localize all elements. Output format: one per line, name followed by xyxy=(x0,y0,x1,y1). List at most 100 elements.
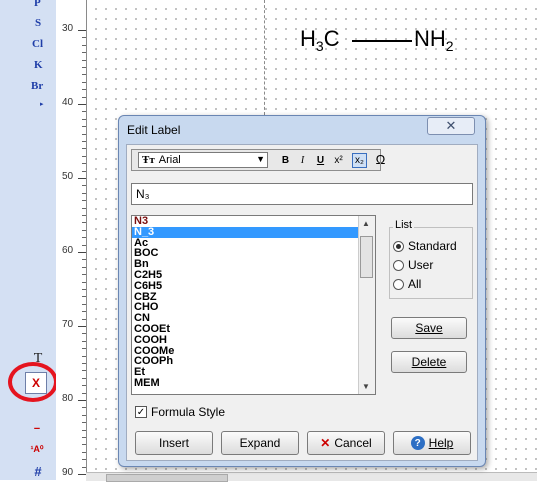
close-icon[interactable]: ✕ xyxy=(427,117,475,135)
molecule-structure[interactable]: H3C NH2 xyxy=(300,22,470,62)
ruler-minor-tick xyxy=(82,444,86,445)
dialog-title: Edit Label xyxy=(127,123,181,137)
label-list-item[interactable]: Bn xyxy=(132,259,375,270)
label-list-item[interactable]: COOH xyxy=(132,334,375,346)
ruler-major-tick xyxy=(78,252,86,253)
ruler-minor-tick xyxy=(82,259,86,260)
formula-style-option[interactable]: ✓ Formula Style xyxy=(135,405,225,419)
ruler-minor-tick xyxy=(82,52,86,53)
label-list-item[interactable]: Et xyxy=(132,367,375,378)
label-list-item[interactable]: C2H5 xyxy=(132,270,375,281)
label-list-item[interactable]: N_3 xyxy=(132,226,375,238)
radio-all-label: All xyxy=(408,277,422,291)
ruler-minor-tick xyxy=(82,304,86,305)
list-scroll-thumb[interactable] xyxy=(360,236,373,278)
subscript-button[interactable]: x₂ xyxy=(352,153,367,168)
label-list-item[interactable]: CBZ xyxy=(132,291,375,303)
ruler-minor-tick xyxy=(82,422,86,423)
ruler-major-tick xyxy=(78,326,86,327)
radio-standard-indicator[interactable] xyxy=(393,240,404,252)
ruler-minor-tick xyxy=(82,45,86,46)
charge-minus-tool-icon[interactable]: − xyxy=(26,420,48,438)
ruler-minor-tick xyxy=(82,452,86,453)
radio-user[interactable]: User xyxy=(393,258,433,272)
radio-all-indicator[interactable] xyxy=(393,278,404,290)
label-text-field[interactable]: N₃ xyxy=(131,183,473,205)
ruler-minor-tick xyxy=(82,74,86,75)
ruler-minor-tick xyxy=(82,267,86,268)
ruler-minor-tick xyxy=(82,156,86,157)
label-list-item[interactable]: Ac xyxy=(132,237,375,249)
methyl-group-label[interactable]: H3C xyxy=(300,26,340,54)
formula-style-checkbox[interactable]: ✓ xyxy=(135,406,147,418)
ruler-minor-tick xyxy=(82,60,86,61)
label-list-item[interactable]: CHO xyxy=(132,302,375,313)
ruler-minor-tick xyxy=(82,215,86,216)
ruler-minor-tick xyxy=(82,333,86,334)
ruler-minor-tick xyxy=(82,148,86,149)
ruler-major-tick xyxy=(78,178,86,179)
expand-button[interactable]: Expand xyxy=(221,431,299,455)
help-button[interactable]: ? Help xyxy=(393,431,471,455)
radio-standard-label: Standard xyxy=(408,239,457,253)
insert-button[interactable]: Insert xyxy=(135,431,213,455)
ruler-minor-tick xyxy=(82,200,86,201)
label-list-item[interactable]: C6H5 xyxy=(132,280,375,292)
dialog-body: Ŧт Arial ▼ B I U x² x₂ Ω N₃ N3 N_3 Ac BOC Bn… xyxy=(126,144,478,461)
ruler-minor-tick xyxy=(82,415,86,416)
edit-label-dialog: Edit Label ✕ Ŧт Arial ▼ B I U x² x₂ Ω N₃… xyxy=(118,115,486,467)
radio-user-indicator[interactable] xyxy=(393,259,404,271)
ruler-minor-tick xyxy=(82,378,86,379)
truetype-font-icon: Ŧт xyxy=(142,154,155,166)
ruler-minor-tick xyxy=(82,296,86,297)
help-question-icon: ? xyxy=(410,436,425,450)
cancel-x-icon: ✕ xyxy=(320,436,331,450)
scroll-down-icon[interactable]: ▼ xyxy=(362,382,370,391)
element-toolbar: P S Cl K Br ▸ T X − ¹A⁰ # xyxy=(0,0,58,480)
ruler-minor-tick xyxy=(82,67,86,68)
ruler-minor-tick xyxy=(82,237,86,238)
label-list-item[interactable]: COOPh xyxy=(132,356,375,367)
atom-label-tool-icon[interactable]: ¹A⁰ xyxy=(26,440,48,458)
guide-line xyxy=(264,0,265,115)
delete-button[interactable]: Delete xyxy=(391,351,467,373)
single-bond[interactable] xyxy=(352,40,412,42)
superscript-button[interactable]: x² xyxy=(331,153,346,168)
ruler-minor-tick xyxy=(82,185,86,186)
label-list-item[interactable]: COOEt xyxy=(132,324,375,335)
italic-button[interactable]: I xyxy=(295,153,310,168)
red-highlight-circle xyxy=(8,362,58,402)
cancel-button[interactable]: ✕ Cancel xyxy=(307,431,385,455)
hash-tool-icon[interactable]: # xyxy=(27,462,49,480)
underline-button[interactable]: U xyxy=(313,153,328,168)
ruler-minor-tick xyxy=(82,37,86,38)
vertical-ruler: 30 40 50 60 70 80 90 xyxy=(56,0,87,480)
list-scrollbar[interactable]: ▲ ▼ xyxy=(358,216,375,394)
more-elements-arrow-icon[interactable]: ▸ xyxy=(40,100,44,108)
label-list-item[interactable]: MEM xyxy=(132,378,375,389)
ruler-minor-tick xyxy=(82,363,86,364)
scroll-up-icon[interactable]: ▲ xyxy=(362,219,370,228)
radio-standard[interactable]: Standard xyxy=(393,239,457,253)
ruler-minor-tick xyxy=(82,407,86,408)
font-select[interactable]: Ŧт Arial ▼ xyxy=(138,152,268,168)
special-character-button[interactable]: Ω xyxy=(373,152,388,167)
ruler-major-tick xyxy=(78,474,86,475)
bold-button[interactable]: B xyxy=(278,153,293,168)
label-list-item[interactable]: BOC xyxy=(132,248,375,259)
ruler-major-tick xyxy=(78,104,86,105)
label-list[interactable]: N3 N_3 Ac BOC Bn C2H5 C6H5 CBZ CHO CN COOEt COOH COO… xyxy=(131,215,376,395)
format-toolbar: Ŧт Arial ▼ B I U x² x₂ Ω xyxy=(131,149,385,171)
amine-group-label[interactable]: NH2 xyxy=(414,26,454,54)
ruler-major-tick xyxy=(78,400,86,401)
ruler-minor-tick xyxy=(82,393,86,394)
label-list-item[interactable]: N3 xyxy=(132,216,375,227)
save-button[interactable]: Save xyxy=(391,317,467,339)
radio-all[interactable]: All xyxy=(393,277,421,291)
ruler-minor-tick xyxy=(82,97,86,98)
chevron-down-icon[interactable]: ▼ xyxy=(256,154,265,164)
ruler-minor-tick xyxy=(82,385,86,386)
scrollbar-thumb[interactable] xyxy=(106,474,228,482)
ruler-label: 70 xyxy=(62,319,74,330)
ruler-minor-tick xyxy=(82,356,86,357)
